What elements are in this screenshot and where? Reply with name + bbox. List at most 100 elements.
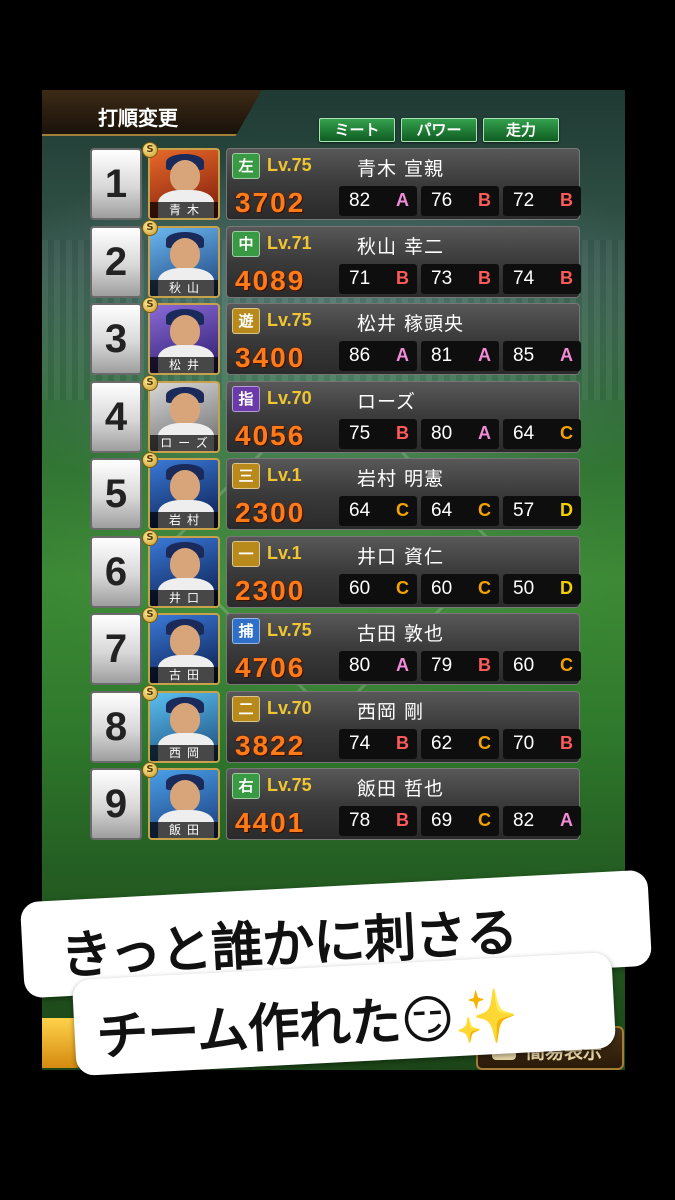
lineup-row[interactable]: 6 井口 S 一 Lv.1 井口 資仁 2300 60 C 60 C 50 D (90, 529, 581, 608)
stat-value: 64 (513, 422, 535, 444)
player-info-panel: 三 Lv.1 岩村 明憲 2300 64 C 64 C 57 D (226, 458, 581, 530)
stat-grade: B (396, 422, 409, 443)
stat-value: 60 (513, 655, 535, 676)
portrait-name: 青木 (150, 202, 218, 218)
player-level: Lv.75 (267, 155, 312, 175)
lineup-row[interactable]: 9 飯田 S 右 Lv.75 飯田 哲也 4401 78 B 69 C 82 A (90, 762, 581, 840)
stat-speed: 74 B (503, 263, 581, 294)
player-overall: 3702 (235, 187, 306, 218)
star-rank-icon: S (142, 297, 158, 313)
stat-power: 76 B (421, 186, 499, 216)
stat-value: 60 (349, 577, 371, 599)
stat-speed: 85 A (503, 341, 581, 371)
stat-speed: 60 C (503, 651, 581, 681)
batting-order-box: 4 (90, 380, 142, 453)
player-level: Lv.1 (267, 465, 302, 485)
page-title: 打順変更 (98, 106, 178, 130)
batting-order-number: 5 (104, 472, 128, 516)
stat-value: 86 (349, 345, 371, 366)
stat-value: 69 (431, 810, 453, 831)
stat-value: 80 (349, 655, 371, 676)
stat-meet: 74 B (339, 728, 417, 759)
stat-power: 69 C (421, 806, 499, 836)
sort-meet-button[interactable]: ミート (319, 118, 395, 142)
position-badge: 二 (232, 695, 260, 722)
stat-power: 80 A (421, 418, 499, 449)
stat-grade: B (560, 732, 573, 753)
player-portrait[interactable]: ローズ (148, 380, 220, 453)
stat-speed: 70 B (503, 728, 581, 759)
stat-value: 57 (513, 500, 535, 521)
position-badge: 指 (232, 385, 260, 412)
player-info-panel: 左 Lv.75 青木 宣親 3702 82 A 76 B 72 B (226, 148, 581, 220)
stat-value: 80 (431, 422, 453, 444)
lineup-row[interactable]: 3 松井 S 遊 Lv.75 松井 稼頭央 3400 86 A 81 A 85 … (90, 297, 581, 375)
stat-grade: B (478, 267, 491, 288)
batting-order-number: 3 (104, 317, 128, 361)
batting-order-number: 8 (104, 704, 128, 749)
stat-value: 75 (349, 422, 371, 444)
face-shape (170, 160, 200, 192)
star-rank-icon: S (142, 529, 158, 546)
position-badge: 遊 (232, 308, 260, 334)
player-portrait[interactable]: 秋山 (148, 225, 220, 298)
position-badge: 中 (232, 230, 260, 257)
player-level: Lv.75 (267, 775, 312, 795)
stat-meet: 80 A (339, 651, 417, 681)
face-shape (170, 237, 200, 270)
stat-value: 79 (431, 655, 453, 676)
stat-grade: C (560, 655, 573, 675)
player-overall: 2300 (235, 497, 306, 528)
player-portrait[interactable]: 西岡 (148, 690, 220, 763)
stat-grade: C (478, 500, 491, 520)
star-rank-icon: S (142, 607, 158, 623)
player-level: Lv.70 (267, 697, 312, 718)
stat-grade: A (560, 810, 573, 830)
lineup-row[interactable]: 8 西岡 S 二 Lv.70 西岡 剛 3822 74 B 62 C 70 B (90, 684, 581, 763)
batting-order-number: 1 (104, 162, 128, 206)
player-name: 青木 宣親 (357, 158, 445, 180)
player-overall: 4089 (235, 264, 306, 296)
player-info-panel: 捕 Lv.75 古田 敦也 4706 80 A 79 B 60 C (226, 613, 581, 685)
portrait-name: 古田 (150, 667, 218, 683)
stat-speed: 82 A (503, 806, 581, 836)
player-name: 飯田 哲也 (357, 778, 445, 800)
player-portrait[interactable]: 古田 (148, 613, 220, 685)
player-portrait[interactable]: 飯田 (148, 768, 220, 840)
player-name: 西岡 剛 (357, 700, 425, 723)
batting-order-number: 7 (104, 627, 128, 671)
star-rank-icon: S (142, 219, 158, 236)
portrait-name: 岩村 (150, 512, 218, 528)
lineup-row[interactable]: 4 ローズ S 指 Lv.70 ローズ 4056 75 B 80 A 64 C (90, 374, 581, 453)
player-name: 古田 敦也 (357, 623, 445, 645)
player-portrait[interactable]: 岩村 (148, 458, 220, 530)
stat-grade: C (478, 732, 491, 753)
player-portrait[interactable]: 井口 (148, 535, 220, 608)
star-rank-icon: S (142, 452, 158, 468)
player-overall: 4056 (235, 419, 306, 451)
lineup-row[interactable]: 2 秋山 S 中 Lv.71 秋山 幸二 4089 71 B 73 B 74 B (90, 219, 581, 298)
stat-power: 62 C (421, 728, 499, 759)
batting-order-box: 1 (90, 148, 142, 220)
player-info-panel: 遊 Lv.75 松井 稼頭央 3400 86 A 81 A 85 A (226, 303, 581, 375)
player-overall: 4401 (235, 807, 306, 838)
sort-speed-button[interactable]: 走力 (483, 118, 559, 142)
lineup-row[interactable]: 1 青木 S 左 Lv.75 青木 宣親 3702 82 A 76 B 72 B (90, 142, 581, 220)
player-level: Lv.71 (267, 232, 312, 253)
stat-power: 64 C (421, 496, 499, 526)
sort-power-button[interactable]: パワー (401, 118, 477, 142)
lineup-row[interactable]: 7 古田 S 捕 Lv.75 古田 敦也 4706 80 A 79 B 60 C (90, 607, 581, 685)
player-portrait[interactable]: 松井 (148, 303, 220, 375)
player-portrait[interactable]: 青木 (148, 148, 220, 220)
star-rank-icon: S (142, 142, 158, 158)
player-name: 秋山 幸二 (357, 235, 445, 258)
stat-value: 81 (431, 345, 453, 366)
star-rank-icon: S (142, 762, 158, 778)
stat-value: 74 (349, 732, 371, 754)
stat-value: 82 (349, 190, 371, 211)
position-badge: 捕 (232, 618, 260, 644)
batting-order-box: 8 (90, 690, 142, 763)
lineup-row[interactable]: 5 岩村 S 三 Lv.1 岩村 明憲 2300 64 C 64 C 57 D (90, 452, 581, 530)
batting-order-box: 3 (90, 303, 142, 375)
stat-meet: 78 B (339, 806, 417, 836)
